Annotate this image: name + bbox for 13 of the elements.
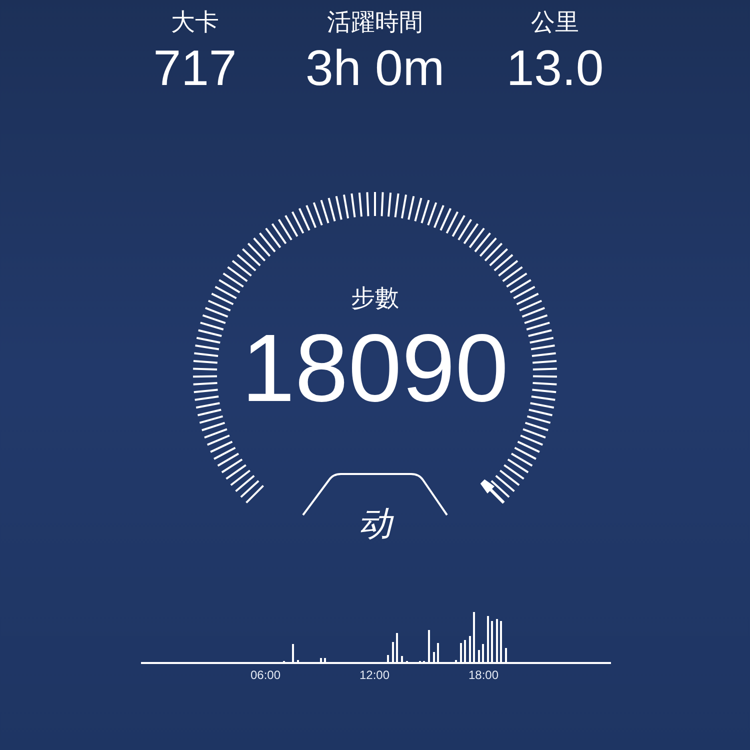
time-label: 06:00 [249,668,282,682]
stat-value: 3h 0m [306,39,444,98]
steps-value: 18090 [242,314,508,424]
time-label: 12:00 [358,668,391,682]
stat-label: 公里 [531,7,579,38]
stat-value: 13.0 [506,39,604,98]
stat-label: 大卡 [171,7,219,38]
stat-value: 717 [153,39,237,98]
logo-text: 动 [358,504,392,544]
gauge-marker [480,479,505,504]
time-label: 18:00 [467,668,500,682]
steps-label: 步數 [351,283,399,314]
stat-label: 活躍時間 [327,7,423,38]
